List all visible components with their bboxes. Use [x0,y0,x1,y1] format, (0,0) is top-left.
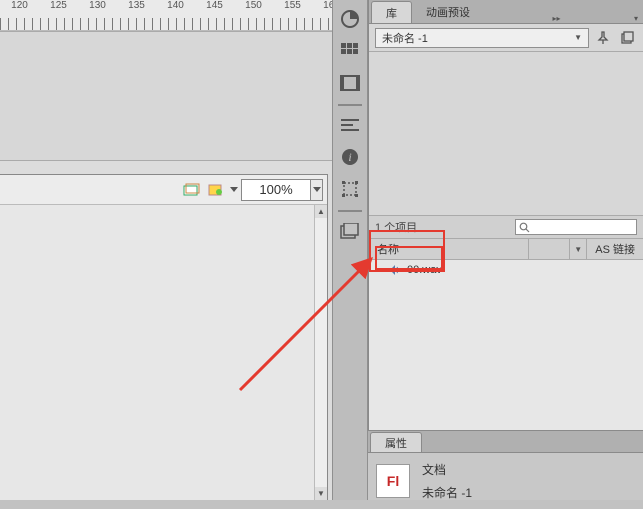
badge-text: Fl [387,473,399,489]
ruler-tick: 125 [39,0,78,18]
tab-label: 动画预设 [426,4,470,20]
panel-collapse-icon[interactable]: ▸▸ [549,14,565,23]
tab-label: 库 [386,5,397,21]
search-icon [519,222,530,233]
column-linkage[interactable]: AS 链接 [587,239,643,259]
library-panel: 库 动画预设 ▸▸ ▾ 未命名 -1 ▼ 1 个项目 名称 ▼ AS 链接 [368,0,643,500]
library-document-select[interactable]: 未命名 -1 ▼ [375,28,589,48]
ruler-tickmarks [0,18,332,30]
new-library-icon[interactable] [617,28,637,48]
edit-scene-icon[interactable] [181,181,203,199]
library-status-row: 1 个项目 [369,216,643,238]
flash-document-icon: Fl [376,464,410,498]
properties-doc-name: 未命名 -1 [422,484,472,501]
timeline-stage-area: 120 125 130 135 140 145 150 155 160 100% [0,0,332,500]
sound-icon [387,263,401,277]
ruler-tick: 140 [156,0,195,18]
zoom-dropdown[interactable] [311,179,323,201]
timeline-frames[interactable] [0,31,332,161]
library-columns-header: 名称 ▼ AS 链接 [369,238,643,260]
pin-library-icon[interactable] [593,28,613,48]
tab-anim-presets[interactable]: 动画预设 [412,1,484,23]
properties-panel: 属性 Fl 文档 未命名 -1 [368,430,643,500]
ruler-numbers: 120 125 130 135 140 145 150 155 160 [0,0,332,18]
library-item[interactable]: 00.wav [369,260,643,280]
chevron-down-icon: ▼ [574,33,582,42]
tab-library[interactable]: 库 [371,1,412,23]
ruler-tick: 155 [273,0,312,18]
panel-dock: i [332,0,368,500]
library-panel-icon[interactable] [337,218,363,244]
library-search-input[interactable] [515,219,637,235]
edit-symbol-icon[interactable] [205,181,227,199]
stage-toolbar: 100% [0,175,327,205]
ruler-tick: 130 [78,0,117,18]
zoom-level[interactable]: 100% [241,179,311,201]
document-name: 未命名 -1 [382,30,428,46]
tab-label: 属性 [385,435,407,451]
timeline-ruler[interactable]: 120 125 130 135 140 145 150 155 160 [0,0,332,31]
library-item-name: 00.wav [407,264,442,276]
item-count-label: 1 个项目 [375,219,417,235]
column-label: 名称 [377,241,399,257]
scene-dropdown-icon[interactable] [229,181,239,199]
movie-panel-icon[interactable] [337,70,363,96]
ruler-tick: 145 [195,0,234,18]
dock-divider [338,104,362,106]
scroll-down-icon[interactable]: ▼ [315,487,327,500]
align-panel-icon[interactable] [337,112,363,138]
ruler-tick: 120 [0,0,39,18]
panel-menu-icon[interactable]: ▾ [629,14,643,23]
ruler-tick: 150 [234,0,273,18]
properties-tabs: 属性 [368,431,643,453]
transform-panel-icon[interactable] [337,176,363,202]
library-item-list[interactable]: 00.wav [369,260,643,430]
column-name[interactable]: 名称 [369,239,529,259]
ruler-tick: 135 [117,0,156,18]
column-label: AS 链接 [595,241,635,257]
properties-body: Fl 文档 未命名 -1 [368,453,643,509]
panel-tabs: 库 动画预设 ▸▸ ▾ [369,0,643,24]
tab-properties[interactable]: 属性 [370,432,422,452]
stage-vscrollbar[interactable]: ▲ ▼ [314,205,327,500]
library-preview [369,52,643,216]
svg-text:i: i [348,150,351,164]
color-panel-icon[interactable] [337,6,363,32]
sort-indicator-icon[interactable]: ▼ [569,239,587,259]
dock-divider [338,210,362,212]
library-document-row: 未命名 -1 ▼ [369,24,643,52]
info-panel-icon[interactable]: i [337,144,363,170]
scroll-up-icon[interactable]: ▲ [315,205,327,218]
zoom-value: 100% [259,182,292,197]
stage-container: 100% ▲ ▼ [0,174,328,500]
properties-kind-label: 文档 [422,461,472,478]
swatches-panel-icon[interactable] [337,38,363,64]
stage[interactable] [0,205,314,500]
